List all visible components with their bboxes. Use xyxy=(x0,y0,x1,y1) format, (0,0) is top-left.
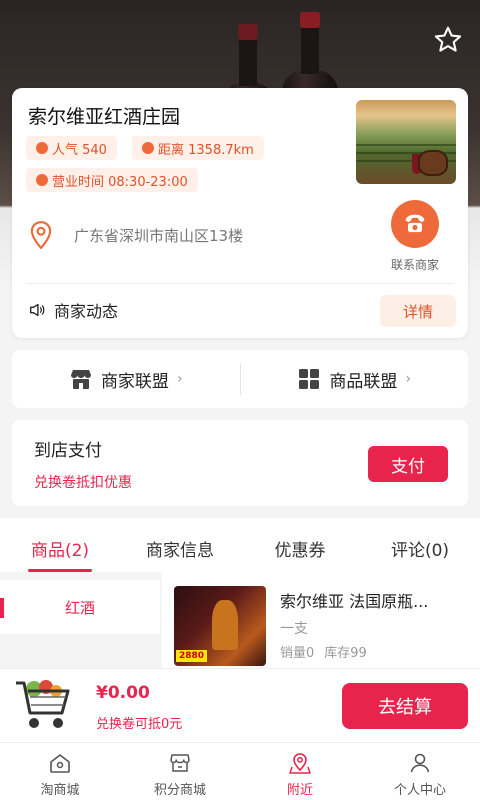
cart-bar: ¥0.00 兑换卷可抵0元 去结算 xyxy=(0,668,480,742)
product-item[interactable]: 2880 索尔维亚 法国原瓶... 一支 销量0 库存99 xyxy=(162,572,480,668)
speaker-icon xyxy=(30,303,45,317)
voucher-discount-text: 兑换卷抵扣优惠 xyxy=(34,475,132,491)
in-store-payment-title: 到店支付 xyxy=(34,441,102,461)
details-button[interactable]: 详情 xyxy=(380,295,456,327)
voucher-deduction-text: 兑换卷可抵0元 xyxy=(96,717,183,732)
divider xyxy=(26,283,454,284)
chevron-right-icon: › xyxy=(176,371,183,387)
checkout-button[interactable]: 去结算 xyxy=(342,683,468,729)
nav-item-home[interactable]: 淘商城 xyxy=(0,743,120,800)
product-alliance-link[interactable]: 商品联盟 › xyxy=(241,367,469,392)
shop-icon xyxy=(170,754,190,772)
flame-icon xyxy=(36,142,48,154)
merchant-alliance-label: 商家联盟 xyxy=(100,371,169,392)
map-pin-icon xyxy=(30,221,52,250)
shopping-cart-icon[interactable] xyxy=(12,675,76,735)
nav-label: 附近 xyxy=(286,783,313,798)
shop-name: 索尔维亚红酒庄园 xyxy=(28,106,181,128)
home-icon xyxy=(50,754,70,773)
product-name: 索尔维亚 法国原瓶... xyxy=(280,592,429,611)
shop-card: 索尔维亚红酒庄园 人气 540 距离 1358.7km 营业时间 08:30-2… xyxy=(12,88,468,338)
grid-icon xyxy=(299,369,320,389)
contact-merchant-label: 联系商家 xyxy=(390,258,439,272)
in-store-payment-card: 到店支付 兑换卷抵扣优惠 支付 xyxy=(12,420,468,506)
product-image: 2880 xyxy=(174,586,266,666)
nav-label: 淘商城 xyxy=(40,783,80,798)
product-stock: 库存99 xyxy=(324,646,367,661)
popularity-text: 人气 540 xyxy=(52,142,107,158)
shop-thumbnail[interactable] xyxy=(356,100,456,184)
popularity-badge: 人气 540 xyxy=(26,136,117,160)
hours-text: 营业时间 08:30-23:00 xyxy=(52,174,188,190)
nav-label: 个人中心 xyxy=(393,783,446,798)
store-icon xyxy=(70,370,91,389)
contact-merchant-button[interactable]: 联系商家 xyxy=(382,200,448,273)
nav-label: 积分商城 xyxy=(153,783,206,798)
location-icon xyxy=(142,142,154,154)
distance-badge: 距离 1358.7km xyxy=(132,136,264,160)
product-stats: 销量0 库存99 xyxy=(280,642,367,661)
bottom-navigation: 淘商城 积分商城 附近 个人中心 xyxy=(0,742,480,800)
star-icon[interactable] xyxy=(432,24,464,56)
nav-item-profile[interactable]: 个人中心 xyxy=(360,743,480,800)
product-alliance-label: 商品联盟 xyxy=(329,371,398,392)
clock-icon xyxy=(36,174,48,186)
category-list: 红酒 xyxy=(0,572,160,668)
tab-merchant-info[interactable]: 商家信息 xyxy=(120,518,240,572)
phone-icon xyxy=(391,200,439,248)
product-spec: 一支 xyxy=(280,621,308,637)
address-row[interactable]: 广东省深圳市南山区13楼 xyxy=(28,220,243,250)
distance-text: 距离 1358.7km xyxy=(158,142,254,158)
pay-button[interactable]: 支付 xyxy=(368,446,448,482)
nav-item-nearby[interactable]: 附近 xyxy=(240,743,360,800)
merchant-news-row: 商家动态 xyxy=(28,298,118,322)
chevron-right-icon: › xyxy=(405,371,412,387)
nav-item-points-mall[interactable]: 积分商城 xyxy=(120,743,240,800)
product-price-tag: 2880 xyxy=(176,650,208,662)
tab-reviews[interactable]: 评论(0) xyxy=(360,518,480,572)
product-sales: 销量0 xyxy=(280,646,315,661)
user-icon xyxy=(410,753,430,773)
tab-coupons[interactable]: 优惠券 xyxy=(240,518,360,572)
category-item[interactable]: 红酒 xyxy=(0,580,160,634)
cart-total: ¥0.00 xyxy=(96,683,150,703)
merchant-news-label: 商家动态 xyxy=(54,302,119,321)
products-panel: 红酒 2880 索尔维亚 法国原瓶... 一支 销量0 库存99 xyxy=(0,572,480,668)
merchant-alliance-link[interactable]: 商家联盟 › xyxy=(12,367,240,392)
tab-bar: 商品(2) 商家信息 优惠券 评论(0) xyxy=(0,518,480,572)
address-text: 广东省深圳市南山区13楼 xyxy=(74,226,244,245)
alliance-card: 商家联盟 › 商品联盟 › xyxy=(12,350,468,408)
map-pin-icon xyxy=(289,753,311,774)
hours-badge: 营业时间 08:30-23:00 xyxy=(26,168,198,192)
tab-products[interactable]: 商品(2) xyxy=(0,518,120,572)
